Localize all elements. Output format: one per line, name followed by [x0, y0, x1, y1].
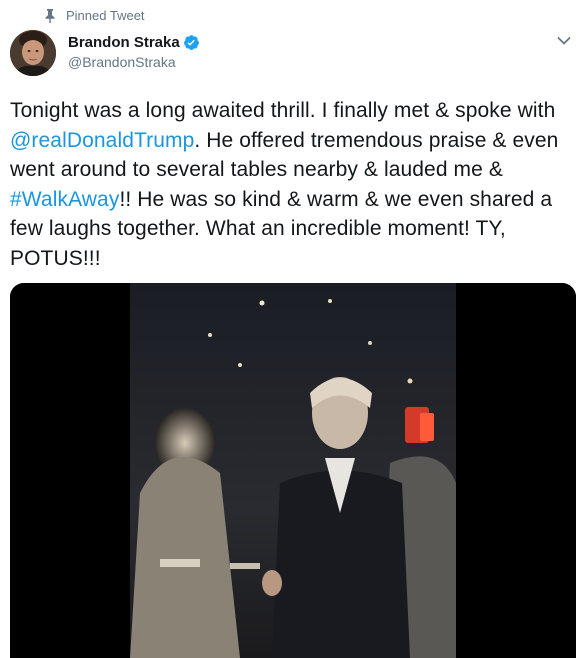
pinned-tweet-indicator: Pinned Tweet: [44, 8, 145, 23]
pin-icon: [45, 8, 55, 23]
verified-badge-icon: [183, 35, 199, 50]
avatar-image: [10, 30, 56, 76]
tweet-text: Tonight was a long awaited thrill. I fin…: [10, 96, 578, 273]
tweet-video[interactable]: [10, 283, 576, 658]
chevron-down-icon[interactable]: [557, 36, 571, 46]
hashtag-link[interactable]: #WalkAway: [10, 188, 119, 211]
avatar[interactable]: [10, 30, 56, 76]
video-frame: [10, 283, 576, 658]
tweet-text-segment: Tonight was a long awaited thrill. I fin…: [10, 99, 556, 122]
author-handle[interactable]: @BrandonStraka: [68, 54, 176, 70]
mention-link[interactable]: @realDonaldTrump: [10, 129, 194, 152]
author-name-row[interactable]: Brandon Straka: [68, 34, 200, 51]
author-display-name[interactable]: Brandon Straka: [68, 34, 180, 51]
pinned-label: Pinned Tweet: [66, 8, 145, 23]
